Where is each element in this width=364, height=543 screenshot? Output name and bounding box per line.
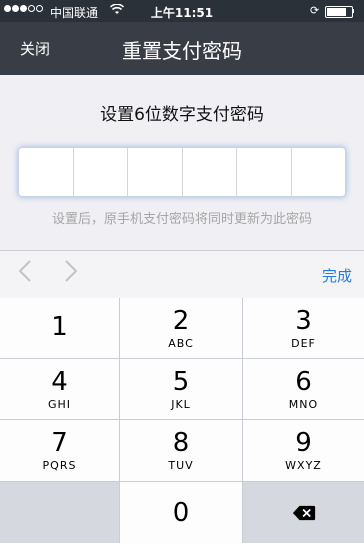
key-2[interactable]: 2 ABC <box>120 298 242 358</box>
key-7[interactable]: 7 PQRS <box>0 420 119 481</box>
pin-prompt: 设置6位数字支付密码 <box>100 105 264 125</box>
key-6[interactable]: 6 MNO <box>243 359 364 419</box>
pin-hint: 设置后，原手机支付密码将同时更新为此密码 <box>51 212 312 227</box>
key-letters: WXYZ <box>285 459 322 472</box>
page-title: 重置支付密码 <box>122 39 242 63</box>
battery-icon <box>325 6 353 18</box>
chevron-right-icon[interactable] <box>64 259 78 289</box>
pin-digit-cell <box>237 148 292 196</box>
key-letters: TUV <box>168 459 194 472</box>
key-number: 5 <box>172 366 190 397</box>
key-number: 7 <box>51 428 68 458</box>
key-4[interactable]: 4 GHI <box>0 359 119 419</box>
key-5[interactable]: 5 JKL <box>120 359 242 419</box>
pin-digit-cell <box>128 148 183 196</box>
pin-digit-cell <box>19 148 74 196</box>
backspace-icon <box>292 505 315 520</box>
pin-input[interactable] <box>18 147 346 197</box>
key-number: 6 <box>295 366 312 397</box>
key-blank <box>0 482 119 543</box>
pin-digit-cell <box>292 148 346 196</box>
key-number: 9 <box>295 428 312 458</box>
done-button[interactable]: 完成 <box>322 265 352 286</box>
key-9[interactable]: 9 WXYZ <box>243 420 364 481</box>
pin-digit-cell <box>183 148 237 196</box>
key-3[interactable]: 3 DEF <box>243 298 364 358</box>
key-number: 4 <box>51 366 68 397</box>
key-number: 0 <box>172 497 190 528</box>
rotation-lock-icon: ⟳ <box>310 4 320 17</box>
keyboard-toolbar: 完成 <box>0 250 364 299</box>
key-8[interactable]: 8 TUV <box>120 420 242 481</box>
numeric-keypad: 1 2 ABC 3 DEF 4 GHI 5 JKL 6 MNO 7 PQRS 8… <box>0 298 364 543</box>
chevron-left-icon[interactable] <box>18 259 32 289</box>
pin-digit-cell <box>74 148 128 196</box>
key-letters: MNO <box>288 397 319 411</box>
status-bar: 中国联通 上午11:51 ⟳ <box>0 0 364 22</box>
key-number: 3 <box>295 305 312 336</box>
key-0[interactable]: 0 <box>120 482 242 543</box>
key-letters: DEF <box>291 336 316 350</box>
key-letters: ABC <box>168 336 194 350</box>
delete-key[interactable] <box>243 482 364 543</box>
key-letters: JKL <box>171 397 191 411</box>
pin-entry-section: 设置6位数字支付密码 设置后，原手机支付密码将同时更新为此密码 <box>0 75 364 250</box>
key-number: 1 <box>51 312 68 342</box>
key-letters: GHI <box>47 397 72 411</box>
key-letters: PQRS <box>42 459 77 472</box>
key-number: 8 <box>172 428 190 458</box>
key-1[interactable]: 1 <box>0 298 119 358</box>
key-number: 2 <box>172 305 190 336</box>
nav-bar: 关闭 重置支付密码 <box>0 22 364 75</box>
